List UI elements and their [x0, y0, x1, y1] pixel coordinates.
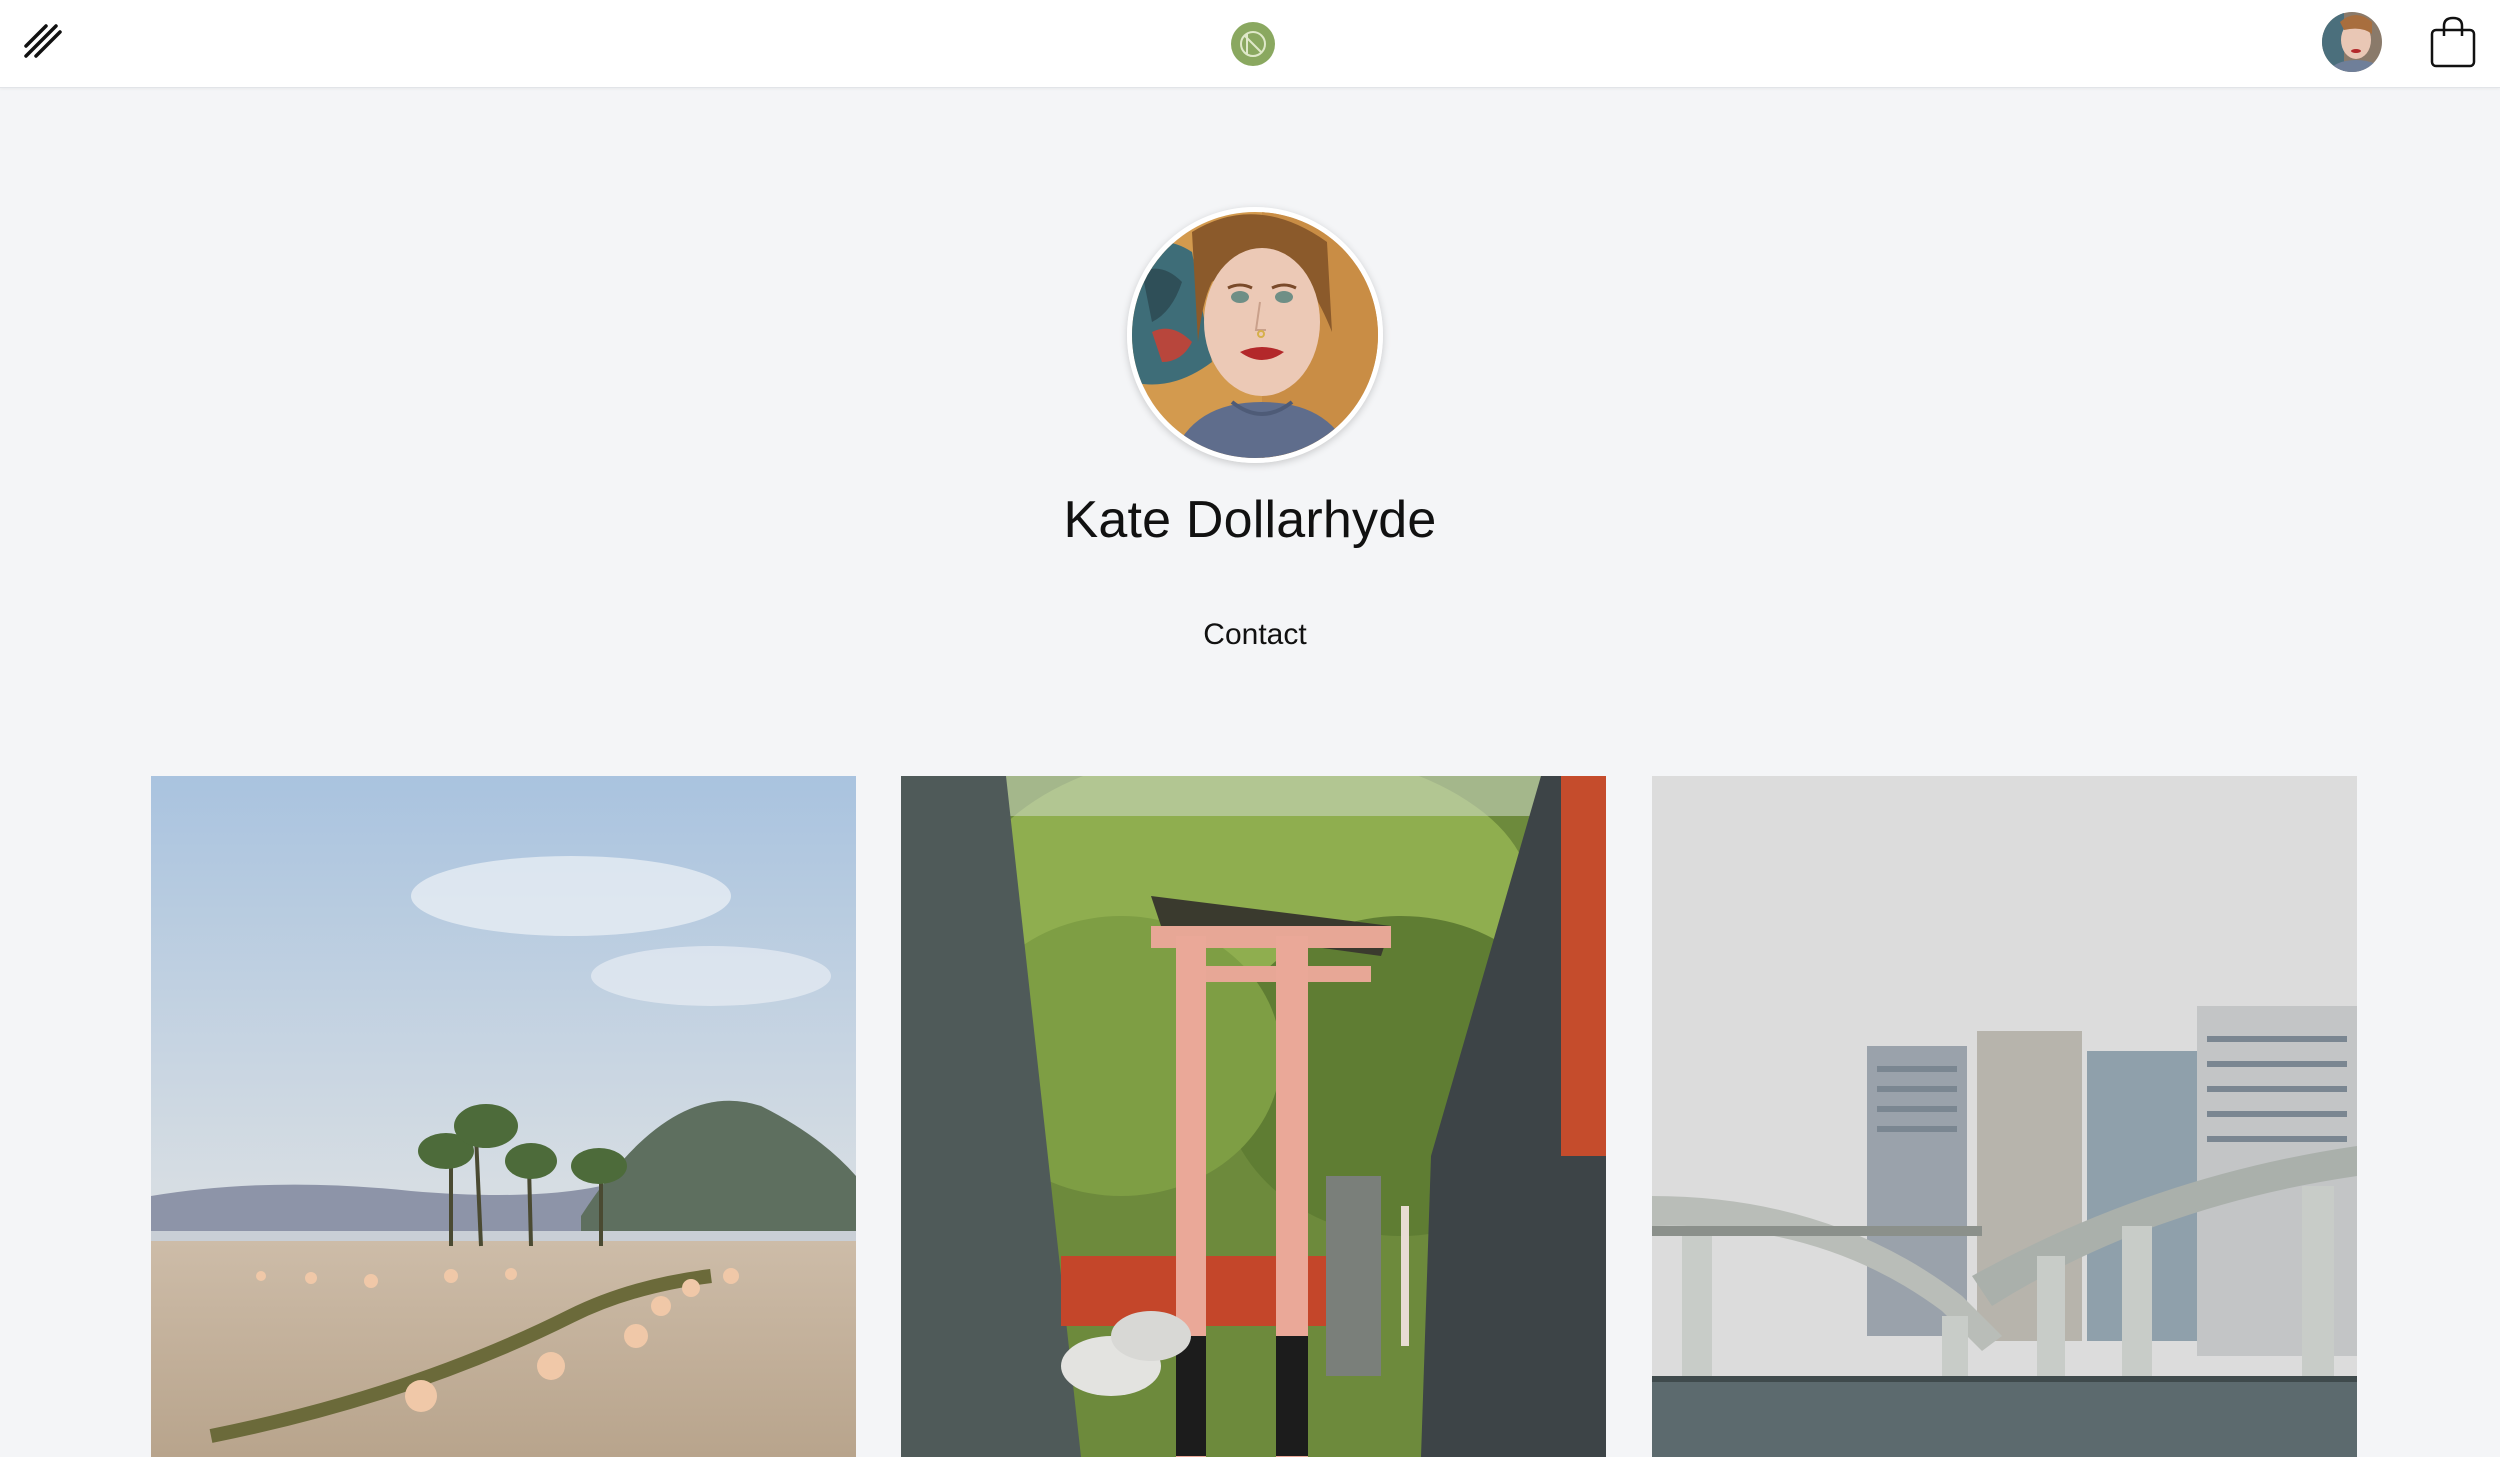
- user-avatar-image: [2322, 12, 2382, 72]
- hamburger-slash-icon: [24, 24, 62, 58]
- gallery-photo-beach[interactable]: [151, 776, 856, 1457]
- top-navigation-bar: [0, 0, 2500, 88]
- contact-link[interactable]: Contact: [1150, 618, 1360, 652]
- brand-logo[interactable]: [1231, 22, 1275, 66]
- profile-photo: [1132, 212, 1378, 458]
- brand-logo-icon: [1232, 23, 1274, 65]
- cart-button[interactable]: [2428, 14, 2478, 70]
- user-avatar[interactable]: [2322, 12, 2382, 72]
- profile-name: Kate Dollarhyde: [1063, 491, 1437, 549]
- gallery-photo-city[interactable]: [1652, 776, 2357, 1457]
- beach-photo: [151, 776, 856, 1457]
- shopping-bag-icon: [2430, 16, 2476, 68]
- torii-photo: [901, 776, 1606, 1457]
- gallery-photo-torii[interactable]: [901, 776, 1606, 1457]
- profile-avatar: [1127, 207, 1383, 463]
- menu-button[interactable]: [20, 20, 68, 68]
- city-photo: [1652, 776, 2357, 1457]
